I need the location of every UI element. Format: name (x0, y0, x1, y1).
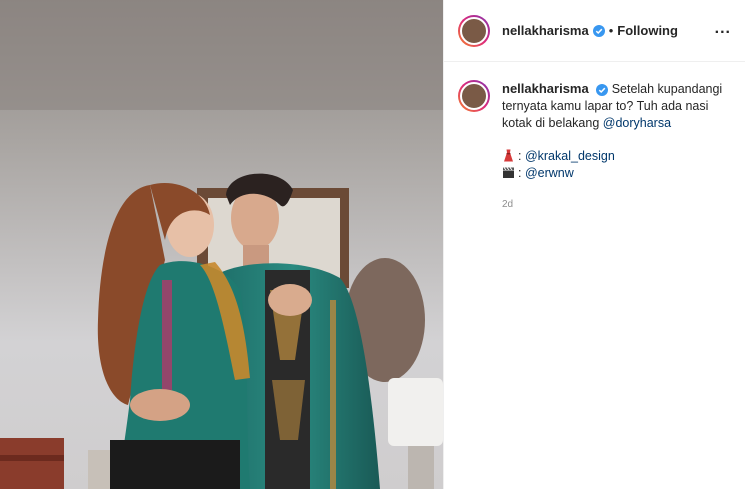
credit2-mention-link[interactable]: @erwnw (525, 166, 574, 180)
separator-dot: • (608, 23, 614, 38)
caption-username-link[interactable]: nellakharisma (502, 81, 589, 96)
caption-comment: nellakharisma Setelah kupandangi ternyat… (444, 62, 745, 213)
caption-line: nellakharisma Setelah kupandangi ternyat… (502, 80, 727, 132)
post-timestamp[interactable]: 2d (502, 196, 727, 213)
credit-line-photo: : @erwnw (502, 165, 727, 182)
verified-badge-icon (592, 24, 605, 37)
caption-avatar[interactable] (458, 80, 490, 112)
post-header: nellakharisma • Following ... (444, 0, 745, 62)
credit2-prefix: : (518, 166, 525, 180)
caption-text-block: nellakharisma Setelah kupandangi ternyat… (502, 80, 727, 213)
following-button[interactable]: Following (617, 23, 678, 38)
credit-line-design: : @krakal_design (502, 148, 727, 165)
caption-mention-link[interactable]: @doryharsa (603, 116, 671, 130)
post-photo[interactable] (0, 0, 443, 489)
post-sidebar: nellakharisma • Following ... nellakhari… (443, 0, 745, 489)
more-options-icon[interactable]: ... (715, 20, 731, 38)
dress-emoji (504, 149, 513, 162)
couple-photo-image (0, 0, 443, 489)
credit1-prefix: : (518, 149, 525, 163)
credit1-mention-link[interactable]: @krakal_design (525, 149, 615, 163)
verified-badge-icon (596, 83, 609, 96)
avatar[interactable] (458, 14, 490, 47)
clapper-board-emoji (503, 167, 514, 178)
username-link[interactable]: nellakharisma (502, 23, 589, 38)
